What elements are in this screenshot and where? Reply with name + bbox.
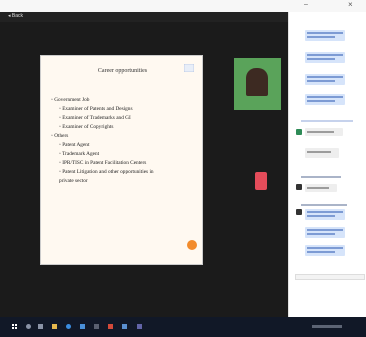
store-icon[interactable] — [94, 324, 99, 329]
windows-taskbar — [0, 317, 366, 337]
slide-bullet: ◦ IPR/TISC in Patent Facilitation Center… — [59, 160, 147, 166]
back-button[interactable]: ◂ Back — [8, 13, 23, 19]
participant-person — [246, 68, 268, 96]
browser-icon[interactable] — [66, 324, 71, 329]
chat-sender-line — [301, 120, 353, 122]
shared-slide: Career opportunities ◦ Government Job ◦ … — [40, 55, 203, 265]
chat-input[interactable] — [295, 274, 365, 280]
chat-message — [305, 128, 343, 136]
chat-message — [305, 184, 337, 192]
slide-bullet: ◦ Examiner of Trademarks and GI — [59, 115, 131, 121]
sender-avatar-icon — [296, 184, 302, 190]
close-button[interactable]: × — [348, 0, 353, 9]
media-icon[interactable] — [108, 324, 113, 329]
windows-start-icon[interactable] — [12, 324, 17, 329]
chat-message — [305, 94, 345, 105]
slide-bullet: ◦ Government Job — [51, 97, 90, 103]
slide-bullet: ◦ Patent Agent — [59, 142, 90, 148]
system-tray[interactable] — [312, 325, 342, 328]
chat-message — [305, 209, 345, 220]
chat-sender-line — [301, 176, 341, 178]
task-view-icon[interactable] — [38, 324, 43, 329]
meeting-toolbar: ◂ Back — [0, 12, 288, 22]
slide-bullet: ◦ Others — [51, 133, 69, 139]
file-explorer-icon[interactable] — [52, 324, 57, 329]
teams-icon[interactable] — [137, 324, 142, 329]
chat-message — [305, 245, 345, 256]
app-icon[interactable] — [122, 324, 127, 329]
chat-panel — [288, 12, 366, 317]
chat-message — [305, 74, 345, 85]
slide-bullet-list: ◦ Government Job ◦ Examiner of Patents a… — [51, 96, 154, 186]
slide-bullet: ◦ Trademark Agent — [59, 151, 100, 157]
slide-bullet: private sector — [59, 178, 88, 184]
participant-video-tile[interactable] — [234, 58, 281, 110]
sender-avatar-icon — [296, 129, 302, 135]
slide-bullet: ◦ Examiner of Patents and Designs — [59, 106, 133, 112]
participant-avatar — [255, 172, 267, 190]
search-icon[interactable] — [26, 324, 31, 329]
chat-message — [305, 148, 339, 158]
slide-title: Career opportunities — [97, 68, 148, 74]
chat-sender-line — [301, 204, 347, 206]
minimize-button[interactable]: – — [304, 1, 308, 8]
slide-bullet: ◦ Examiner of Copyrights — [59, 124, 114, 130]
chat-message — [305, 52, 345, 63]
presenter-pointer-icon — [187, 240, 197, 250]
mail-icon[interactable] — [80, 324, 85, 329]
chat-message — [305, 30, 345, 41]
sender-avatar-icon — [296, 209, 302, 215]
slide-bullet: ◦ Patent Litigation and other opportunit… — [59, 169, 154, 175]
chat-message — [305, 227, 345, 238]
